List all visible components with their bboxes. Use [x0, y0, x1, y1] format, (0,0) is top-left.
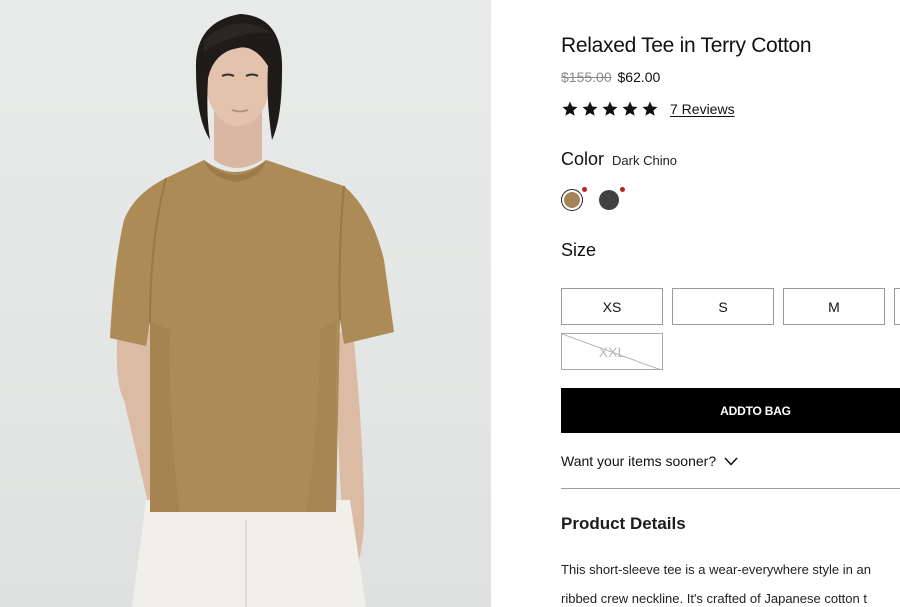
star-icon — [642, 101, 658, 116]
size-option-s[interactable]: S — [672, 288, 774, 325]
chevron-down-icon — [724, 456, 738, 466]
divider — [561, 488, 900, 489]
swatch-indicator-dot — [620, 187, 625, 192]
size-option-next[interactable] — [894, 288, 900, 325]
star-icon — [582, 101, 598, 116]
add-to-bag-button[interactable]: ADDTO BAG — [561, 388, 900, 433]
product-info-panel: Relaxed Tee in Terry Cotton $155.00 $62.… — [561, 0, 900, 607]
price-row: $155.00 $62.00 — [561, 69, 660, 85]
star-rating — [561, 100, 659, 118]
delivery-options-toggle[interactable]: Want your items sooner? — [561, 453, 738, 469]
product-description-line: This short-sleeve tee is a wear-everywhe… — [561, 562, 871, 577]
swatch-fill — [564, 192, 580, 208]
model-illustration — [110, 14, 394, 607]
delivery-prompt: Want your items sooner? — [561, 453, 717, 469]
star-icon — [562, 101, 578, 116]
size-option-m[interactable]: M — [783, 288, 885, 325]
product-description-line: ribbed crew neckline. It's crafted of Ja… — [561, 591, 867, 606]
product-title: Relaxed Tee in Terry Cotton — [561, 34, 812, 57]
color-swatch-dark-chino[interactable] — [561, 189, 583, 211]
color-heading: Color — [561, 149, 605, 169]
color-swatch-charcoal[interactable] — [599, 190, 619, 210]
star-icon — [622, 101, 638, 116]
original-price: $155.00 — [561, 69, 612, 85]
color-row: Color Dark Chino — [561, 149, 677, 170]
unavailable-slash-icon — [562, 334, 660, 369]
size-option-xs[interactable]: XS — [561, 288, 663, 325]
product-image[interactable] — [0, 0, 491, 607]
size-option-xxl-unavailable: XXL — [561, 333, 663, 370]
rating-row: 7 Reviews — [561, 100, 735, 118]
product-details-heading: Product Details — [561, 514, 686, 533]
add-to-bag-label: ADDTO BAG — [720, 403, 791, 418]
size-heading: Size — [561, 240, 597, 260]
star-icon — [602, 101, 618, 116]
selected-color-name: Dark Chino — [612, 153, 678, 168]
sale-price: $62.00 — [617, 69, 661, 85]
swatch-indicator-dot — [582, 187, 587, 192]
reviews-link[interactable]: 7 Reviews — [670, 101, 735, 117]
